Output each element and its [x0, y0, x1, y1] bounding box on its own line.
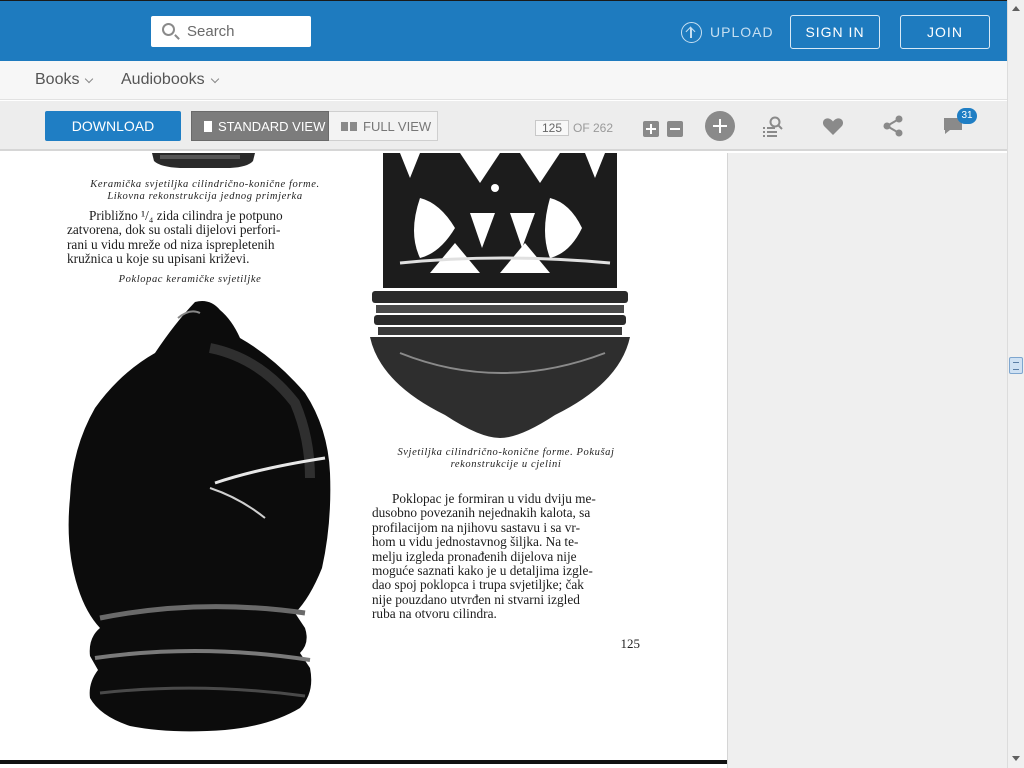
single-page-icon: [204, 120, 212, 132]
caption-line: Svjetiljka cilindrično-konične forme. Po…: [397, 447, 615, 458]
standard-view-label: STANDARD VIEW: [218, 118, 326, 134]
text-line: zatvorena, dok su ostali dijelovi perfor…: [67, 222, 281, 238]
nav-audiobooks-dropdown[interactable]: Audiobooks: [121, 71, 219, 89]
full-view-button[interactable]: FULL VIEW: [329, 111, 438, 141]
sign-in-button[interactable]: SIGN IN: [790, 15, 880, 49]
text-line: moguće saznati kako je u detaljima izgle…: [372, 563, 593, 579]
book-page: Keramička svjetiljka cilindrično-konične…: [0, 153, 728, 768]
figure-caption-lamp-reconstruction: Keramička svjetiljka cilindrično-konične…: [60, 179, 350, 203]
comment-count-badge: 31: [957, 108, 977, 124]
caption-line: Keramička svjetiljka cilindrično-konične…: [90, 179, 320, 190]
page-total: OF 262: [573, 121, 614, 135]
sign-in-label: SIGN IN: [805, 24, 865, 40]
search-input[interactable]: [187, 21, 305, 41]
upload-label: UPLOAD: [710, 24, 774, 40]
share-icon[interactable]: [881, 114, 905, 138]
ceramic-cover-photo: [68, 301, 331, 732]
lamp-top-fragment-image: [152, 153, 255, 168]
vertical-scrollbar[interactable]: [1007, 0, 1024, 768]
text-line: Približno ¹/₄ zida cilindra je potpuno: [89, 208, 283, 223]
view-toggle: STANDARD VIEW FULL VIEW: [191, 111, 438, 141]
figure-caption-cover: Poklopac keramičke svjetiljke: [118, 274, 262, 285]
join-button[interactable]: JOIN: [900, 15, 990, 49]
caption-line: Likovna rekonstrukcija jednog primjerka: [107, 191, 303, 202]
full-view-label: FULL VIEW: [363, 118, 432, 134]
page-bottom-edge: [0, 760, 727, 764]
text-line: hom u vidu jednostavnog šiljka. Na te-: [372, 534, 579, 550]
text-line: ruba na otvoru cilindra.: [372, 606, 497, 622]
upload-button[interactable]: UPLOAD: [681, 21, 774, 43]
paragraph-cover-description: Poklopac je formiran u vidu dviju me- du…: [372, 491, 638, 622]
scroll-down-arrow-icon[interactable]: [1012, 756, 1020, 761]
nav-audiobooks-label: Audiobooks: [121, 71, 205, 88]
zoom-in-icon[interactable]: [643, 121, 659, 137]
page-navigator: OF 262: [535, 120, 613, 136]
search-icon: [162, 23, 175, 36]
text-line: kružnica u koje su upisani križevi.: [67, 251, 250, 267]
standard-view-button[interactable]: STANDARD VIEW: [191, 111, 329, 141]
document-viewer[interactable]: Keramička svjetiljka cilindrično-konične…: [0, 153, 1007, 768]
download-button[interactable]: DOWNLOAD: [45, 111, 181, 141]
download-label: DOWNLOAD: [71, 118, 155, 134]
lamp-reconstruction-drawing: [370, 153, 630, 438]
scrollbar-thumb[interactable]: [1009, 357, 1023, 374]
text-line: rani u vidu mreže od niza isprepletenih: [67, 236, 275, 252]
chevron-down-icon: [210, 74, 219, 84]
text-line: melju izgleda pronađenih dijelova nije: [372, 548, 577, 564]
zoom-out-icon[interactable]: [667, 121, 683, 137]
caption-line: rekonstrukcije u cjelini: [450, 459, 562, 470]
text-line: dao spoj poklopca i trupa svjetiljke; ča…: [372, 577, 584, 593]
page-number-input[interactable]: [535, 120, 569, 136]
paragraph-cylinder-description: Približno ¹/₄ zida cilindra je potpuno z…: [67, 208, 335, 267]
text-line: dusobno povezanih nejednakih kalota, sa: [372, 505, 591, 521]
search-box[interactable]: [151, 16, 311, 47]
document-toolbar: DOWNLOAD STANDARD VIEW FULL VIEW OF 262: [0, 101, 1007, 151]
top-header-bar: UPLOAD SIGN IN JOIN: [0, 0, 1007, 61]
category-nav: Books Audiobooks: [0, 61, 1007, 100]
page-number: 125: [620, 636, 641, 651]
two-page-icon: [341, 121, 357, 131]
figure-caption-lamp-whole: Svjetiljka cilindrično-konične forme. Po…: [372, 447, 640, 471]
scroll-up-arrow-icon[interactable]: [1012, 6, 1020, 11]
text-line: profilacijom na njihovu sastavu i sa vr-: [372, 519, 581, 535]
add-icon[interactable]: [705, 111, 735, 141]
text-line: Poklopac je formiran u vidu dviju me-: [392, 491, 596, 506]
text-line: nije pouzdano utvrđen ni stvarni izgled: [372, 591, 580, 607]
join-label: JOIN: [927, 24, 963, 40]
app-window: UPLOAD SIGN IN JOIN Books Audiobooks DOW…: [0, 0, 1024, 768]
upload-icon: [681, 21, 702, 43]
chevron-down-icon: [85, 74, 94, 84]
search-document-icon[interactable]: [761, 114, 785, 138]
nav-books-label: Books: [35, 71, 80, 88]
heart-icon[interactable]: [821, 114, 845, 138]
nav-books-dropdown[interactable]: Books: [35, 71, 94, 89]
